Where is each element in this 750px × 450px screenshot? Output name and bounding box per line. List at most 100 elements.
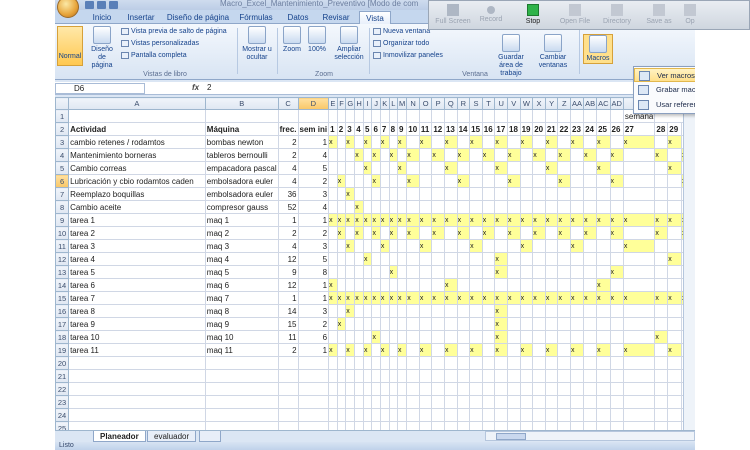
cell[interactable] bbox=[667, 408, 683, 422]
week-mark[interactable]: x bbox=[336, 317, 347, 331]
week-cell[interactable] bbox=[609, 278, 624, 292]
week-cell[interactable] bbox=[388, 187, 399, 201]
week-cell[interactable] bbox=[519, 330, 534, 344]
week-cell[interactable] bbox=[336, 330, 347, 344]
cell[interactable] bbox=[431, 369, 445, 383]
week-cell[interactable] bbox=[544, 330, 559, 344]
undo-icon[interactable] bbox=[97, 0, 106, 9]
spreadsheet-table[interactable]: ABCDEFGHIJKLMNOPQRSTUVWXYZAAABACADAEAFAG… bbox=[55, 97, 695, 448]
row-header[interactable]: 16 bbox=[55, 304, 70, 318]
week-mark[interactable]: x bbox=[654, 330, 669, 344]
cell[interactable] bbox=[570, 408, 585, 422]
week-cell[interactable] bbox=[557, 330, 572, 344]
cell[interactable] bbox=[277, 109, 299, 123]
row-header[interactable]: 4 bbox=[55, 148, 70, 162]
cell[interactable] bbox=[68, 408, 206, 422]
cell-maquina[interactable]: maq 8 bbox=[204, 304, 279, 318]
week-mark[interactable]: x bbox=[583, 226, 598, 240]
week-mark[interactable]: x bbox=[469, 213, 483, 227]
week-mark[interactable]: x bbox=[557, 226, 572, 240]
week-cell[interactable] bbox=[532, 317, 546, 331]
cell-sem-ini[interactable]: 4 bbox=[297, 148, 330, 162]
week-mark[interactable]: x bbox=[494, 252, 508, 266]
week-cell[interactable] bbox=[570, 252, 585, 266]
week-cell[interactable] bbox=[388, 343, 399, 357]
week-cell[interactable] bbox=[667, 265, 683, 279]
week-cell[interactable] bbox=[570, 174, 585, 188]
week-cell[interactable] bbox=[654, 304, 669, 318]
week-mark[interactable]: x bbox=[481, 213, 496, 227]
cell[interactable] bbox=[557, 395, 572, 409]
week-cell[interactable] bbox=[379, 330, 390, 344]
cell[interactable] bbox=[371, 382, 381, 396]
header-sem-ini[interactable]: sem ini bbox=[297, 122, 330, 136]
week-cell[interactable] bbox=[654, 252, 669, 266]
week-mark[interactable]: x bbox=[443, 161, 458, 175]
week-cell[interactable] bbox=[654, 135, 669, 149]
week-mark[interactable]: x bbox=[406, 174, 420, 188]
cell[interactable] bbox=[481, 356, 496, 370]
week-cell[interactable] bbox=[507, 135, 521, 149]
cell-sem-ini[interactable]: 1 bbox=[297, 291, 330, 305]
week-cell[interactable] bbox=[345, 330, 356, 344]
cell[interactable] bbox=[345, 408, 356, 422]
week-mark[interactable]: x bbox=[667, 343, 683, 357]
week-cell[interactable] bbox=[583, 330, 598, 344]
column-header[interactable]: U bbox=[494, 97, 508, 110]
week-cell[interactable] bbox=[443, 174, 458, 188]
week-number[interactable]: 12 bbox=[431, 122, 445, 136]
cell[interactable] bbox=[507, 382, 521, 396]
cell[interactable] bbox=[68, 395, 206, 409]
cell[interactable] bbox=[622, 408, 656, 422]
week-mark[interactable]: x bbox=[362, 291, 373, 305]
week-cell[interactable] bbox=[507, 343, 521, 357]
week-mark[interactable]: x bbox=[443, 343, 458, 357]
week-cell[interactable] bbox=[397, 239, 408, 253]
cell[interactable] bbox=[609, 109, 624, 123]
menu-item-ver-macros[interactable]: Ver macros bbox=[634, 68, 695, 82]
cell[interactable] bbox=[362, 369, 373, 383]
cell[interactable] bbox=[494, 356, 508, 370]
week-cell[interactable] bbox=[379, 187, 390, 201]
week-mark[interactable]: x bbox=[654, 213, 669, 227]
cell-actividad[interactable]: tarea 9 bbox=[68, 317, 206, 331]
week-cell[interactable] bbox=[532, 343, 546, 357]
week-cell[interactable] bbox=[406, 278, 420, 292]
week-cell[interactable] bbox=[469, 317, 483, 331]
cell[interactable] bbox=[388, 109, 399, 123]
week-cell[interactable] bbox=[336, 343, 347, 357]
worksheet-grid[interactable]: ABCDEFGHIJKLMNOPQRSTUVWXYZAAABACADAEAFAG… bbox=[55, 97, 695, 448]
week-mark[interactable]: x bbox=[388, 213, 399, 227]
tab-revisar[interactable]: Revisar bbox=[317, 11, 355, 24]
week-cell[interactable] bbox=[397, 278, 408, 292]
week-mark[interactable]: x bbox=[456, 174, 471, 188]
week-cell[interactable] bbox=[544, 239, 559, 253]
week-cell[interactable] bbox=[494, 278, 508, 292]
week-cell[interactable] bbox=[570, 161, 585, 175]
week-mark[interactable]: x bbox=[532, 148, 546, 162]
week-mark[interactable]: x bbox=[354, 148, 364, 162]
week-cell[interactable] bbox=[622, 187, 656, 201]
cell[interactable] bbox=[388, 369, 399, 383]
cell-frec[interactable]: 2 bbox=[277, 226, 299, 240]
fx-icon[interactable]: fx bbox=[192, 83, 199, 92]
week-mark[interactable]: x bbox=[336, 226, 347, 240]
week-cell[interactable] bbox=[371, 252, 381, 266]
week-cell[interactable] bbox=[345, 317, 356, 331]
week-mark[interactable]: x bbox=[397, 135, 408, 149]
cell-actividad[interactable]: Mantenimiento borneras bbox=[68, 148, 206, 162]
week-mark[interactable]: x bbox=[494, 304, 508, 318]
week-cell[interactable] bbox=[362, 278, 373, 292]
week-mark[interactable]: x bbox=[519, 291, 534, 305]
cell-maquina[interactable]: maq 2 bbox=[204, 226, 279, 240]
week-cell[interactable] bbox=[557, 187, 572, 201]
cell[interactable] bbox=[68, 382, 206, 396]
week-number[interactable]: 5 bbox=[362, 122, 373, 136]
cell[interactable] bbox=[654, 369, 669, 383]
week-cell[interactable] bbox=[371, 265, 381, 279]
week-cell[interactable] bbox=[388, 330, 399, 344]
cell[interactable] bbox=[532, 382, 546, 396]
week-cell[interactable] bbox=[654, 265, 669, 279]
row-header[interactable]: 15 bbox=[55, 291, 70, 305]
cell-actividad[interactable]: tarea 11 bbox=[68, 343, 206, 357]
